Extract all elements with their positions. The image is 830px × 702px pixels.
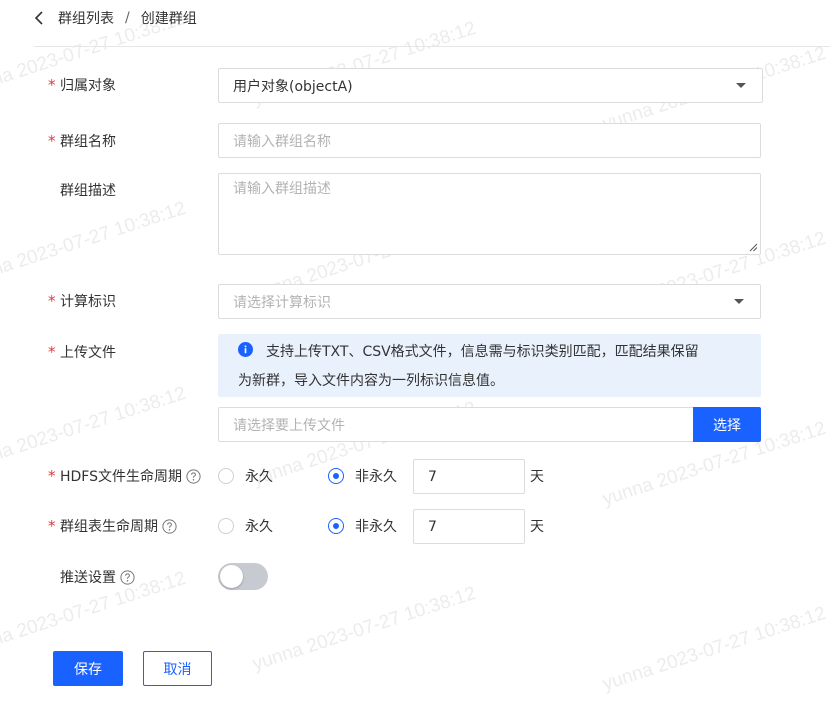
radio-circle-checked xyxy=(328,518,344,534)
group-description-textarea[interactable]: 请输入群组描述 xyxy=(218,173,761,255)
watermark: yunna 2023-07-27 10:38:12 xyxy=(250,582,479,675)
required-mark: * xyxy=(48,132,56,150)
name-label: * 群组名称 xyxy=(48,132,116,150)
owner-select-value: 用户对象(objectA) xyxy=(233,78,353,95)
resize-handle-icon[interactable] xyxy=(749,243,758,252)
question-circle-icon[interactable] xyxy=(162,518,177,534)
watermark: yunna 2023-07-27 10:38:12 xyxy=(600,602,829,695)
table-days-unit: 天 xyxy=(530,519,544,535)
upload-file-input[interactable]: 请选择要上传文件 xyxy=(218,407,694,442)
cancel-button[interactable]: 取消 xyxy=(143,651,212,686)
table-non-permanent-radio[interactable]: 非永久 xyxy=(328,516,397,536)
choose-file-button[interactable]: 选择 xyxy=(693,407,761,442)
toggle-knob xyxy=(220,565,243,588)
push-label: 推送设置 xyxy=(48,567,135,587)
required-mark: * xyxy=(48,517,56,535)
breadcrumb: 群组列表 / 创建群组 xyxy=(34,8,197,28)
calc-id-placeholder: 请选择计算标识 xyxy=(233,294,331,311)
required-mark: * xyxy=(48,76,56,94)
upload-notice-line1: 支持上传TXT、CSV格式文件，信息需与标识类别匹配，匹配结果保留 xyxy=(266,344,699,360)
question-circle-icon[interactable] xyxy=(186,468,201,484)
hdfs-non-permanent-radio[interactable]: 非永久 xyxy=(328,466,397,486)
table-days-input[interactable]: 7 xyxy=(413,509,525,544)
required-mark: * xyxy=(48,343,56,361)
calc-id-label: * 计算标识 xyxy=(48,292,116,310)
hdfs-days-unit: 天 xyxy=(530,469,544,485)
description-label: 群组描述 xyxy=(60,183,116,199)
owner-select[interactable]: 用户对象(objectA) xyxy=(218,68,763,103)
upload-notice-line2: 为新群，导入文件内容为一列标识信息值。 xyxy=(238,373,504,389)
save-button[interactable]: 保存 xyxy=(53,651,123,686)
info-icon xyxy=(238,342,253,357)
breadcrumb-separator: / xyxy=(125,10,130,26)
group-description-placeholder: 请输入群组描述 xyxy=(233,181,331,197)
calc-id-select[interactable]: 请选择计算标识 xyxy=(218,284,761,319)
required-mark: * xyxy=(48,467,56,485)
watermark: yunna 2023-07-27 10:38:12 xyxy=(0,197,189,290)
upload-label: * 上传文件 xyxy=(48,343,116,361)
owner-label: * 归属对象 xyxy=(48,76,116,94)
radio-circle xyxy=(218,468,234,484)
chevron-left-icon[interactable] xyxy=(34,8,48,28)
required-mark: * xyxy=(48,292,56,310)
header-divider xyxy=(34,46,830,47)
group-name-input[interactable]: 请输入群组名称 xyxy=(218,123,761,158)
hdfs-days-value: 7 xyxy=(428,468,437,485)
hdfs-days-input[interactable]: 7 xyxy=(413,459,525,494)
upload-file-placeholder: 请选择要上传文件 xyxy=(233,417,345,434)
radio-circle-checked xyxy=(328,468,344,484)
hdfs-permanent-radio[interactable]: 永久 xyxy=(218,466,273,486)
table-days-value: 7 xyxy=(428,518,437,535)
caret-down-icon xyxy=(736,82,746,88)
table-lifecycle-label: * 群组表生命周期 xyxy=(48,516,177,536)
group-name-placeholder: 请输入群组名称 xyxy=(233,133,331,150)
table-permanent-radio[interactable]: 永久 xyxy=(218,516,273,536)
breadcrumb-current: 创建群组 xyxy=(140,11,197,27)
breadcrumb-parent-link[interactable]: 群组列表 xyxy=(58,8,114,28)
upload-notice: 支持上传TXT、CSV格式文件，信息需与标识类别匹配，匹配结果保留 为新群，导入… xyxy=(218,334,761,397)
caret-down-icon xyxy=(734,298,744,304)
question-circle-icon[interactable] xyxy=(120,569,135,585)
push-toggle[interactable] xyxy=(218,563,268,590)
watermark: yunna 2023-07-27 10:38:12 xyxy=(0,382,189,475)
radio-circle xyxy=(218,518,234,534)
hdfs-lifecycle-label: * HDFS文件生命周期 xyxy=(48,466,201,486)
